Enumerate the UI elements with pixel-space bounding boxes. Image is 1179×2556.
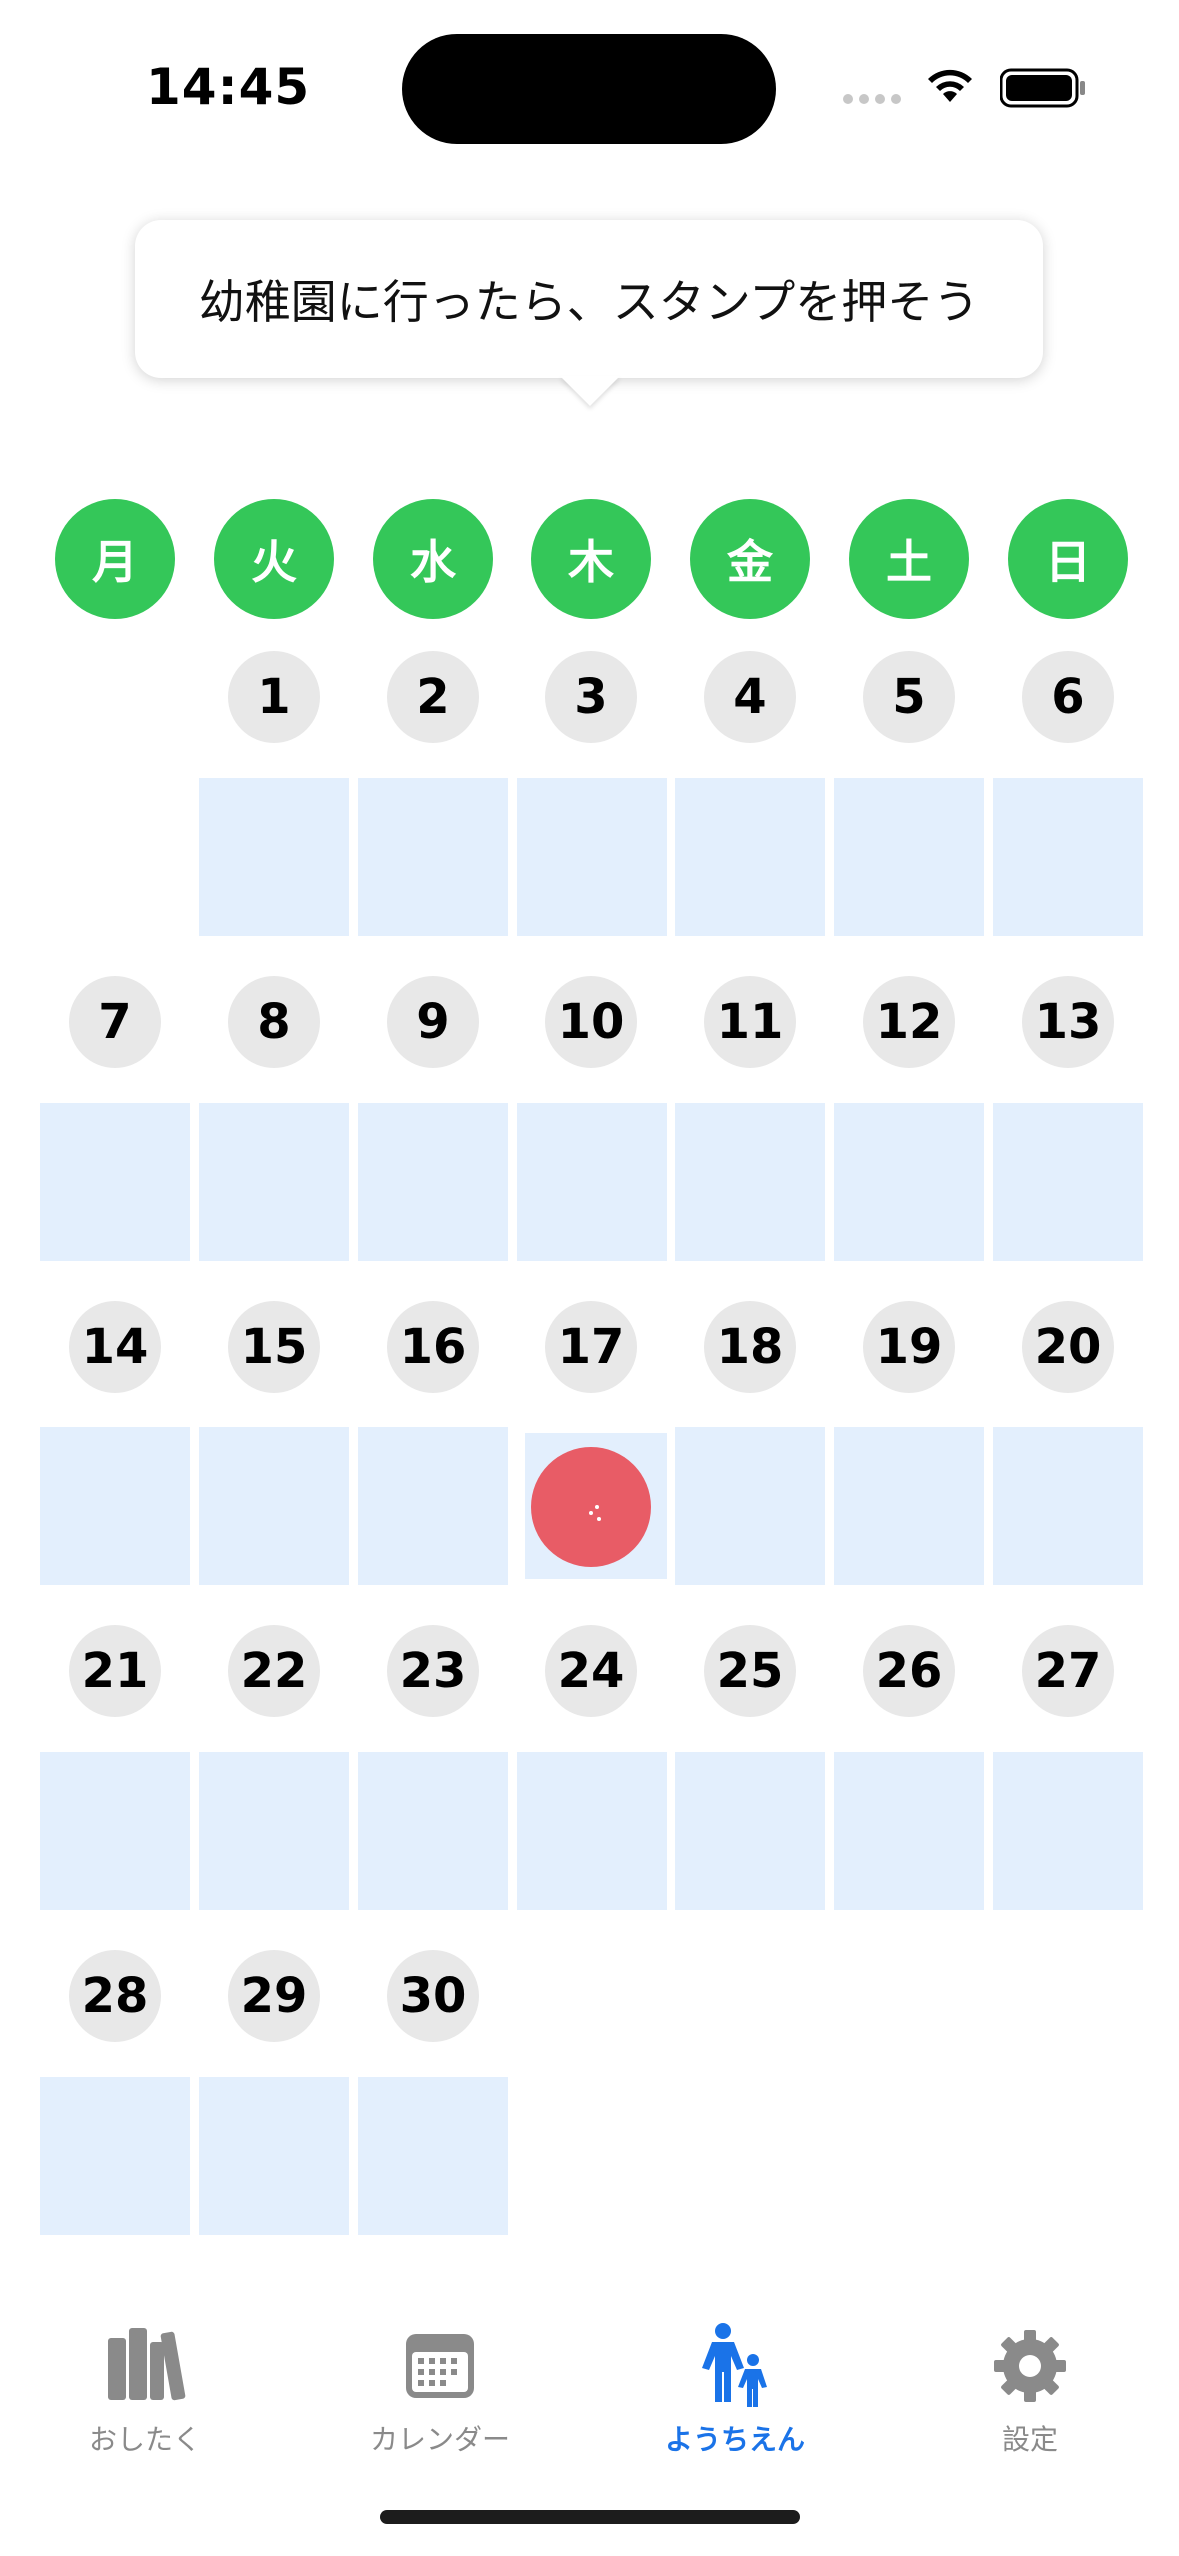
tab-settings[interactable]: 設定 xyxy=(910,2320,1150,2458)
day-number: 19 xyxy=(863,1301,955,1393)
day-number: 2 xyxy=(387,651,479,743)
stamp-cell[interactable] xyxy=(199,778,349,936)
tab-settings-label: 設定 xyxy=(1001,2423,1058,2456)
stamp-cell[interactable] xyxy=(993,1103,1143,1261)
day-number: 5 xyxy=(863,651,955,743)
day-number: 18 xyxy=(704,1301,796,1393)
stamp-cell[interactable] xyxy=(199,2077,349,2235)
tab-calendar-label: カレンダー xyxy=(369,2423,510,2456)
stamp-cell[interactable] xyxy=(834,778,984,936)
stamp-cell[interactable] xyxy=(40,2077,190,2235)
gear-icon xyxy=(994,2330,1066,2402)
dynamic-island xyxy=(402,34,776,144)
day-number: 21 xyxy=(69,1625,161,1717)
stamp-cell[interactable] xyxy=(40,1103,190,1261)
day-number: 9 xyxy=(387,976,479,1068)
day-number: 17 xyxy=(545,1301,637,1393)
day-number: 7 xyxy=(69,976,161,1068)
stamp-cell[interactable] xyxy=(675,778,825,936)
tab-calendar[interactable]: カレンダー xyxy=(320,2320,560,2458)
stamp-cell[interactable] xyxy=(199,1427,349,1585)
day-number: 16 xyxy=(387,1301,479,1393)
stamp-cell[interactable] xyxy=(517,1752,667,1910)
stamp-cell[interactable] xyxy=(517,1103,667,1261)
stamp-cell[interactable] xyxy=(675,1752,825,1910)
day-number: 1 xyxy=(228,651,320,743)
day-number: 15 xyxy=(228,1301,320,1393)
weekday-header-0: 月 xyxy=(55,499,175,619)
stamp-cell[interactable] xyxy=(40,1752,190,1910)
weekday-header-2: 水 xyxy=(373,499,493,619)
day-number: 23 xyxy=(387,1625,479,1717)
stamp-cell[interactable] xyxy=(40,1427,190,1585)
day-number: 14 xyxy=(69,1301,161,1393)
tooltip-arrow xyxy=(560,376,620,406)
weekday-header-4: 金 xyxy=(690,499,810,619)
tab-oshitaku[interactable]: おしたく xyxy=(25,2320,265,2458)
stamp-cell[interactable] xyxy=(199,1752,349,1910)
day-number: 12 xyxy=(863,976,955,1068)
day-number: 4 xyxy=(704,651,796,743)
calendar-icon xyxy=(406,2334,474,2398)
weekday-header-6: 日 xyxy=(1008,499,1128,619)
battery-icon xyxy=(1000,68,1085,108)
weekday-header-3: 木 xyxy=(531,499,651,619)
books-icon xyxy=(108,2328,186,2401)
day-number: 28 xyxy=(69,1950,161,2042)
day-number: 25 xyxy=(704,1625,796,1717)
day-number: 26 xyxy=(863,1625,955,1717)
stamp-cell[interactable] xyxy=(358,1752,508,1910)
stamp-cell[interactable] xyxy=(834,1103,984,1261)
day-number: 13 xyxy=(1022,976,1114,1068)
stamp-cell[interactable] xyxy=(358,1103,508,1261)
stamp-cell[interactable] xyxy=(993,1427,1143,1585)
tab-youchien-label: ようちえん xyxy=(664,2423,805,2456)
day-number: 20 xyxy=(1022,1301,1114,1393)
day-number: 24 xyxy=(545,1625,637,1717)
day-number: 27 xyxy=(1022,1625,1114,1717)
home-indicator xyxy=(380,2510,800,2524)
stamp-cell[interactable] xyxy=(675,1427,825,1585)
weekday-header-1: 火 xyxy=(214,499,334,619)
day-number: 29 xyxy=(228,1950,320,2042)
signal-icon xyxy=(843,94,905,106)
tab-youchien[interactable]: ようちえん xyxy=(615,2320,855,2458)
stamp-mark xyxy=(531,1447,651,1567)
stamp-cell[interactable] xyxy=(834,1752,984,1910)
day-number: 3 xyxy=(545,651,637,743)
stamp-cell[interactable] xyxy=(675,1103,825,1261)
status-time: 14:45 xyxy=(146,58,311,116)
day-number: 8 xyxy=(228,976,320,1068)
stamp-cell[interactable] xyxy=(358,1427,508,1585)
stamp-cell[interactable] xyxy=(993,778,1143,936)
stamp-cell[interactable] xyxy=(993,1752,1143,1910)
stamp-cell[interactable] xyxy=(358,2077,508,2235)
parent-child-icon xyxy=(702,2323,767,2407)
stamp-cell[interactable] xyxy=(517,778,667,936)
day-number: 10 xyxy=(545,976,637,1068)
weekday-header-5: 土 xyxy=(849,499,969,619)
instruction-tooltip: 幼稚園に行ったら、スタンプを押そう xyxy=(135,220,1043,378)
day-number: 11 xyxy=(704,976,796,1068)
wifi-icon xyxy=(928,69,972,102)
day-number: 6 xyxy=(1022,651,1114,743)
stamp-cell[interactable] xyxy=(199,1103,349,1261)
stamp-cell[interactable] xyxy=(834,1427,984,1585)
day-number: 22 xyxy=(228,1625,320,1717)
day-number: 30 xyxy=(387,1950,479,2042)
stamp-cell[interactable] xyxy=(358,778,508,936)
tab-oshitaku-label: おしたく xyxy=(88,2423,201,2456)
